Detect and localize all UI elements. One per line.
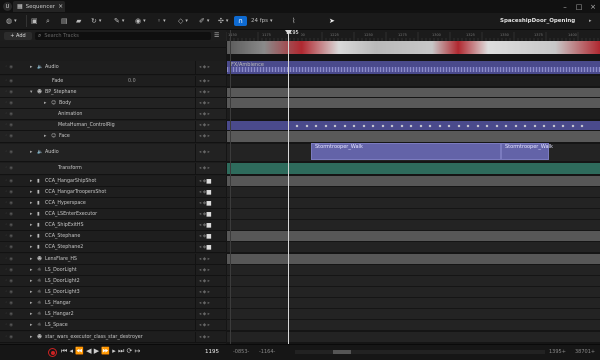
ruler-tick-label: 1300	[432, 33, 441, 37]
playback-options-icon[interactable]: ↻ ▾	[91, 16, 101, 26]
clip-label: Stormtrooper_Walk	[315, 144, 363, 150]
ruler-tick-label: 1175	[262, 33, 271, 37]
ruler-tick-label: 1400	[568, 33, 577, 37]
toolbar: ◍ ▾ ▣ ⌕ ▤ ▰ ↻ ▾ ✎ ▾ ◉ ▾ ◦ ▾ ◇ ▾ ✐ ▾ ✣ ▾ ∩ 24 fps…	[0, 13, 600, 30]
find-asset-icon[interactable]: ⌕	[46, 16, 50, 26]
animation-clip[interactable]: Stormtrooper_Walk	[501, 143, 553, 160]
track-lane[interactable]	[227, 332, 600, 342]
tab-title: Sequencer	[25, 3, 56, 10]
track-lane[interactable]	[227, 187, 600, 197]
mouse-cursor-icon: ➤	[329, 17, 335, 25]
sequencer-icon: ▦	[17, 3, 23, 10]
track-lane[interactable]	[227, 276, 600, 286]
track-lane[interactable]	[227, 265, 600, 275]
tools-icon[interactable]: ✎ ▾	[114, 16, 124, 26]
track-area[interactable]: FX/Ambience Stormtrooper_Walk Stormtrooper…	[0, 41, 600, 344]
play-reverse-icon[interactable]: ◀	[86, 347, 94, 355]
play-start-field[interactable]: -1164-	[259, 349, 275, 355]
track-lane[interactable]	[227, 242, 600, 252]
track-lane[interactable]	[227, 198, 600, 208]
track-lane[interactable]	[227, 298, 600, 308]
record-button[interactable]	[48, 348, 57, 357]
search-placeholder: Search Tracks	[44, 33, 79, 39]
camera-cuts-track[interactable]	[227, 41, 600, 54]
transport-controls[interactable]: ⏮◂⏪◀▶⏩▸⏭⟳↦	[61, 347, 143, 356]
step-forward-icon[interactable]: ⏩	[101, 347, 112, 355]
playhead-line[interactable]	[288, 30, 289, 344]
key-interp-icon[interactable]: ◇ ▾	[178, 16, 188, 26]
track-lane[interactable]	[227, 76, 600, 86]
search-field[interactable]: ⌕ Search Tracks	[35, 32, 211, 40]
animation-clip[interactable]: Stormtrooper_Walk	[311, 143, 501, 160]
snap-magnet-icon[interactable]: ∩	[234, 16, 247, 26]
ruler-tick-label: 1225	[330, 33, 339, 37]
unreal-logo-icon: U	[3, 2, 12, 11]
track-lane[interactable]	[227, 109, 600, 119]
minimize-icon[interactable]: –	[558, 0, 572, 13]
track-lane[interactable]	[227, 320, 600, 330]
camera-icon[interactable]: ▰	[76, 16, 81, 26]
track-lane[interactable]	[227, 287, 600, 297]
track-lane[interactable]	[227, 88, 600, 97]
render-movie-icon[interactable]: ▤	[61, 16, 68, 26]
add-track-button[interactable]: + Add	[4, 32, 32, 40]
curve-editor-icon[interactable]: ⌇	[292, 16, 295, 26]
sequence-nav-icon[interactable]: ▸	[589, 18, 592, 24]
ruler-tick-label: 1250	[364, 33, 373, 37]
record-icon	[50, 350, 55, 355]
fps-selector[interactable]: 24 fps ▾	[251, 16, 273, 26]
world-icon[interactable]: ◍ ▾	[6, 16, 17, 26]
track-lane[interactable]	[227, 209, 600, 219]
view-options-icon[interactable]: ◉ ▾	[135, 16, 146, 26]
title-bar: U ▦ Sequencer × – □ ×	[0, 0, 600, 13]
track-lane[interactable]	[227, 231, 600, 241]
play-end-field[interactable]: 1395+	[549, 349, 566, 355]
step-back-icon[interactable]: ⏪	[75, 347, 86, 355]
clip-label: Stormtrooper_Walk	[505, 144, 553, 150]
fps-label: 24 fps	[251, 18, 269, 24]
sequence-name: SpaceshipDoor_Opening	[500, 18, 576, 24]
audio-waveform	[227, 67, 600, 72]
ruler-tick-label: 1375	[534, 33, 543, 37]
track-lane[interactable]	[227, 131, 600, 142]
view-start-field[interactable]: -0853-	[233, 349, 249, 355]
close-window-icon[interactable]: ×	[586, 0, 600, 13]
outliner-header: + Add ⌕ Search Tracks ☰	[0, 30, 226, 41]
ruler-tick-label: 1350	[500, 33, 509, 37]
playback-start-line	[230, 30, 231, 344]
view-end-field[interactable]: 38701+	[575, 349, 595, 355]
tab-close-icon[interactable]: ×	[58, 3, 63, 10]
filter-icon[interactable]: ☰	[214, 32, 219, 39]
ruler-tick-label: 1275	[398, 33, 407, 37]
search-icon: ⌕	[38, 32, 42, 39]
key-options-icon[interactable]: ◦ ▾	[157, 16, 166, 26]
track-lane[interactable]	[227, 220, 600, 230]
transform-icon[interactable]: ✣ ▾	[218, 16, 228, 26]
track-lane[interactable]	[227, 309, 600, 319]
track-lane[interactable]	[227, 98, 600, 108]
current-frame-display[interactable]: 1195	[205, 349, 219, 355]
track-lane[interactable]	[227, 163, 600, 174]
scrollbar-thumb[interactable]	[333, 350, 351, 354]
time-ruler[interactable]: 1150117512001225125012751300132513501375…	[226, 30, 600, 41]
loop-icon[interactable]: ⟳	[126, 347, 134, 355]
jump-forward-icon[interactable]: ↦	[135, 347, 143, 355]
edit-icon[interactable]: ✐ ▾	[199, 16, 209, 26]
jump-to-start-icon[interactable]: ⏮	[61, 347, 70, 355]
transport-bar: ⏮◂⏪◀▶⏩▸⏭⟳↦ 1195 -0853- -1164- 1395+ 3870…	[0, 344, 600, 360]
maximize-icon[interactable]: □	[572, 0, 586, 13]
save-icon[interactable]: ▣	[31, 16, 38, 26]
tab-sequencer[interactable]: ▦ Sequencer ×	[13, 1, 65, 12]
track-lane[interactable]	[227, 254, 600, 264]
track-lane[interactable]	[227, 176, 600, 186]
ruler-tick-label: 1325	[466, 33, 475, 37]
timeline-scrollbar[interactable]	[295, 350, 545, 354]
ruler-ticks: 1150117512001225125012751300132513501375…	[226, 32, 599, 41]
